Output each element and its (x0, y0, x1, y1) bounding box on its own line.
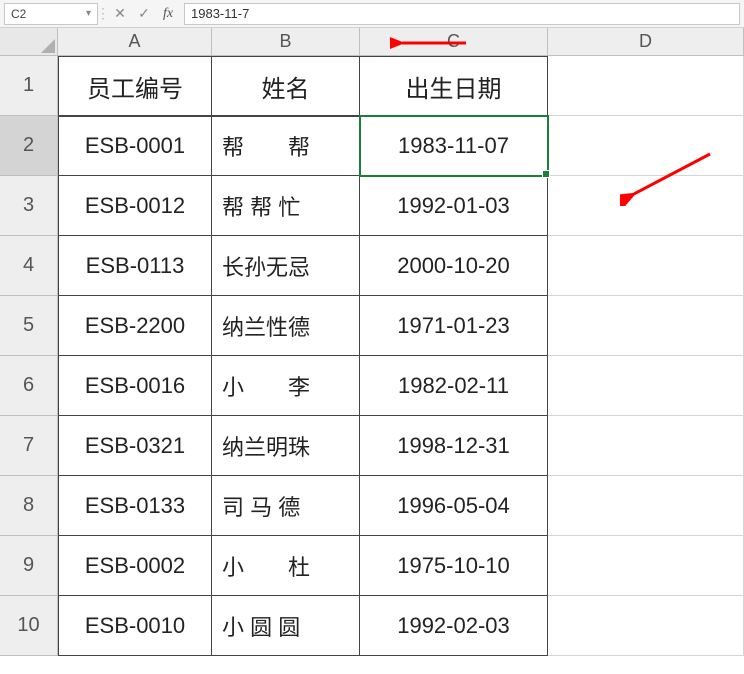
cell[interactable]: ESB-0010 (58, 596, 212, 656)
cell[interactable]: 1992-02-03 (360, 596, 548, 656)
chevron-down-icon[interactable]: ▾ (86, 8, 91, 19)
table-row: 6 ESB-0016 小 李 1982-02-11 (0, 356, 744, 416)
confirm-icon[interactable]: ✓ (132, 3, 156, 25)
row-header[interactable]: 10 (0, 596, 58, 656)
formula-bar: C2 ▾ ⋮ ✕ ✓ fx 1983-11-7 (0, 0, 744, 28)
cell[interactable]: 2000-10-20 (360, 236, 548, 296)
row-header[interactable]: 8 (0, 476, 58, 536)
cell[interactable]: 小 圆 圆 (212, 596, 360, 656)
name-box-value: C2 (11, 7, 26, 21)
cell[interactable] (548, 356, 744, 416)
header-cell-employee-id[interactable]: 员工编号 (58, 56, 212, 116)
spreadsheet: A B C D 1 员工编号 姓名 出生日期 2 ESB-0001 帮 帮 19… (0, 28, 744, 674)
cell[interactable]: 司 马 德 (212, 476, 360, 536)
cell[interactable]: ESB-0001 (58, 116, 212, 176)
selected-cell[interactable]: 1983-11-07 (360, 116, 548, 176)
cell[interactable]: ESB-0002 (58, 536, 212, 596)
cell[interactable]: ESB-0321 (58, 416, 212, 476)
cell[interactable]: 1998-12-31 (360, 416, 548, 476)
cell[interactable]: 小 李 (212, 356, 360, 416)
table-row: 4 ESB-0113 长孙无忌 2000-10-20 (0, 236, 744, 296)
cell[interactable]: 帮 帮 (212, 116, 360, 176)
row-header[interactable]: 5 (0, 296, 58, 356)
cell[interactable]: 1982-02-11 (360, 356, 548, 416)
table-row: 10 ESB-0010 小 圆 圆 1992-02-03 (0, 596, 744, 656)
header-cell-name[interactable]: 姓名 (212, 56, 360, 116)
cell[interactable]: 小 杜 (212, 536, 360, 596)
header-cell-birthdate[interactable]: 出生日期 (360, 56, 548, 116)
name-box[interactable]: C2 ▾ (4, 3, 98, 25)
cell[interactable]: ESB-0113 (58, 236, 212, 296)
formula-input[interactable]: 1983-11-7 (184, 3, 740, 25)
row-header[interactable]: 7 (0, 416, 58, 476)
table-row: 9 ESB-0002 小 杜 1975-10-10 (0, 536, 744, 596)
fx-icon[interactable]: fx (156, 3, 180, 25)
table-row: 7 ESB-0321 纳兰明珠 1998-12-31 (0, 416, 744, 476)
table-row: 8 ESB-0133 司 马 德 1996-05-04 (0, 476, 744, 536)
row-header[interactable]: 4 (0, 236, 58, 296)
cell[interactable]: 纳兰性德 (212, 296, 360, 356)
cell[interactable]: 1971-01-23 (360, 296, 548, 356)
table-row: 1 员工编号 姓名 出生日期 (0, 56, 744, 116)
cell[interactable] (548, 476, 744, 536)
row-header[interactable]: 1 (0, 56, 58, 116)
row-header[interactable]: 9 (0, 536, 58, 596)
cell[interactable]: 纳兰明珠 (212, 416, 360, 476)
cell[interactable]: 帮 帮 忙 (212, 176, 360, 236)
arrow-annotation-icon (620, 146, 720, 206)
cell[interactable] (548, 56, 744, 116)
select-all-corner[interactable] (0, 28, 58, 56)
arrow-annotation-icon (390, 30, 470, 56)
cell[interactable]: ESB-2200 (58, 296, 212, 356)
cell[interactable]: ESB-0133 (58, 476, 212, 536)
separator: ⋮ (98, 3, 108, 25)
cell[interactable]: 1996-05-04 (360, 476, 548, 536)
formula-value: 1983-11-7 (191, 6, 249, 21)
row-header[interactable]: 3 (0, 176, 58, 236)
cell[interactable]: 1975-10-10 (360, 536, 548, 596)
cancel-icon[interactable]: ✕ (108, 3, 132, 25)
column-header-A[interactable]: A (58, 28, 212, 56)
column-header-B[interactable]: B (212, 28, 360, 56)
cell[interactable]: 长孙无忌 (212, 236, 360, 296)
cell[interactable]: ESB-0012 (58, 176, 212, 236)
column-header-D[interactable]: D (548, 28, 744, 56)
row-header[interactable]: 6 (0, 356, 58, 416)
table-row: 5 ESB-2200 纳兰性德 1971-01-23 (0, 296, 744, 356)
cell[interactable]: ESB-0016 (58, 356, 212, 416)
cell[interactable]: 1992-01-03 (360, 176, 548, 236)
cell[interactable] (548, 596, 744, 656)
cell[interactable] (548, 296, 744, 356)
cell[interactable] (548, 416, 744, 476)
cell[interactable] (548, 536, 744, 596)
column-headers: A B C D (0, 28, 744, 56)
cell[interactable] (548, 236, 744, 296)
row-header[interactable]: 2 (0, 116, 58, 176)
